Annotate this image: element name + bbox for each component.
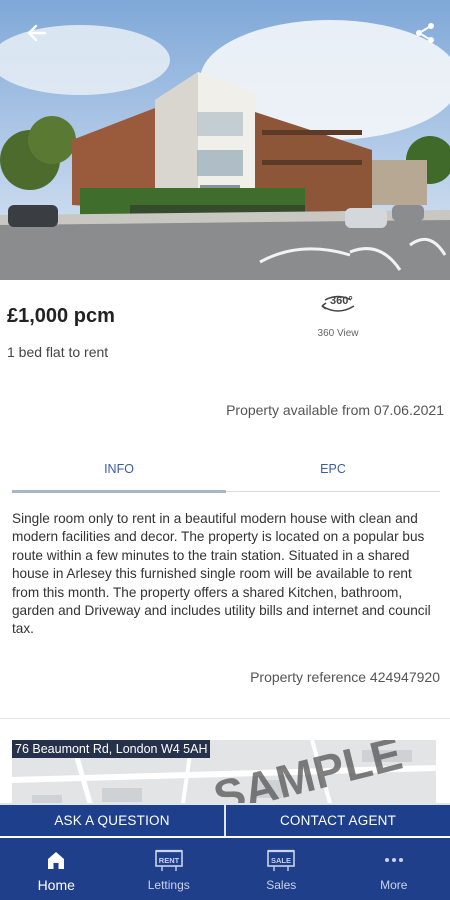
nav-more-label: More [380,878,408,892]
svg-text:RENT: RENT [159,856,180,865]
section-divider [0,718,450,719]
map-address: 76 Beaumont Rd, London W4 5AH [12,740,211,758]
view-360-label: 360 View [317,328,359,339]
info-tabs: INFO EPC [12,456,440,493]
nav-sales[interactable]: SALE Sales [225,838,338,900]
tab-info[interactable]: INFO [12,456,226,493]
property-photo[interactable] [0,0,450,280]
availability-text: Property available from 07.06.2021 [226,402,444,418]
more-dots-icon [384,858,403,862]
nav-home[interactable]: Home [0,838,113,900]
nav-more[interactable]: More [338,838,450,900]
contact-agent-button[interactable]: CONTACT AGENT [224,805,450,836]
action-bar: ASK A QUESTION CONTACT AGENT [0,803,450,836]
location-map[interactable]: SAMPLE 76 Beaumont Rd, London W4 5AH [12,740,436,810]
nav-home-label: Home [37,877,75,893]
rent-sign-icon: RENT [154,849,183,871]
listing-price: £1,000 pcm [7,305,115,327]
svg-text:SALE: SALE [271,856,291,865]
sale-sign-icon: SALE [267,849,296,871]
listing-subtitle: 1 bed flat to rent [7,344,109,360]
nav-lettings[interactable]: RENT Lettings [113,838,226,900]
nav-sales-label: Sales [266,878,297,892]
property-description: Single room only to rent in a beautiful … [12,511,431,637]
back-button[interactable] [22,18,52,48]
property-reference: Property reference 424947920 [250,669,440,685]
arrow-left-icon [27,24,47,42]
share-icon [416,23,434,43]
view-360-button[interactable]: 360° 360 View [306,291,370,339]
bottom-navigation: Home RENT Lettings SALE Sales More [0,838,450,900]
home-icon [48,852,65,869]
share-button[interactable] [410,18,440,48]
360-view-icon: 360° [321,295,355,312]
ask-question-button[interactable]: ASK A QUESTION [0,805,224,836]
tab-epc[interactable]: EPC [226,456,440,491]
nav-lettings-label: Lettings [147,878,190,892]
